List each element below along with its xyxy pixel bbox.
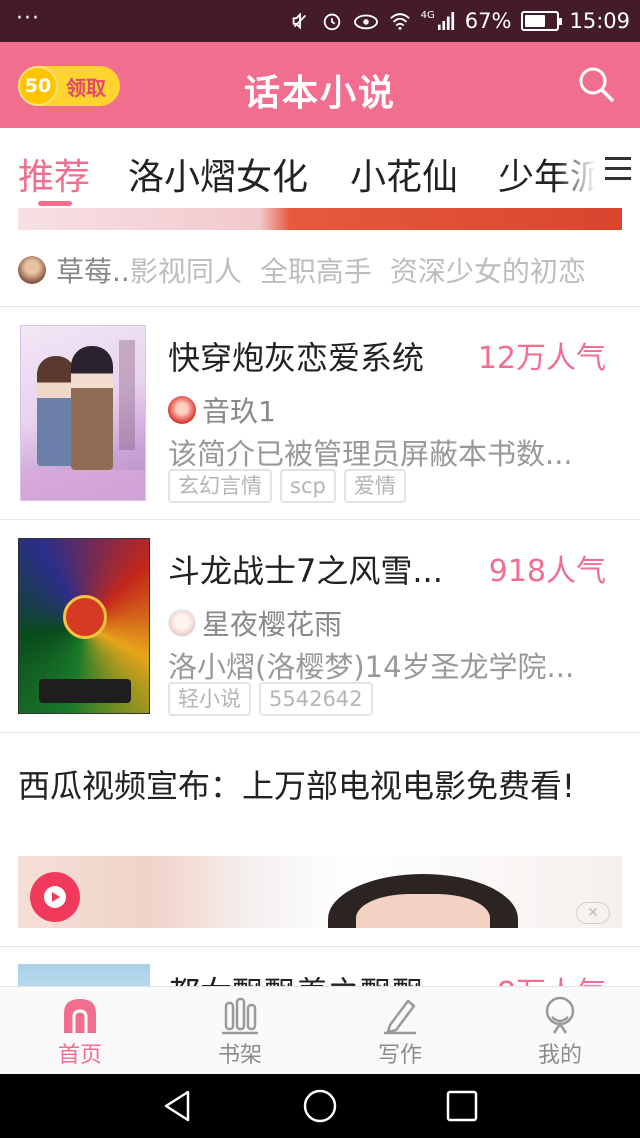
book-description: 该简介已被管理员屏蔽本书数...	[168, 437, 573, 471]
pen-icon	[384, 999, 416, 1035]
book-tag[interactable]: 玄幻言情	[168, 469, 272, 503]
tag-lead[interactable]: 草莓..	[18, 250, 130, 290]
book-description: 洛小熠(洛樱梦)14岁圣龙学院...	[168, 650, 575, 684]
ad-image[interactable]: ✕	[18, 856, 622, 928]
tab-luo-xiaoyi[interactable]: 洛小熠女化	[128, 148, 308, 200]
nav-label: 首页	[57, 1043, 102, 1068]
app-header: 50 领取 话本小说	[0, 42, 640, 128]
nav-profile[interactable]: 我的	[510, 995, 610, 1069]
book-tag[interactable]: 爱情	[343, 469, 406, 503]
divider	[0, 946, 640, 947]
book-tags: 轻小说 5542642	[168, 682, 373, 716]
nav-home[interactable]: 首页	[30, 995, 130, 1069]
book-popularity: 8万人气	[497, 968, 606, 986]
search-icon[interactable]	[576, 64, 616, 104]
back-icon[interactable]	[160, 1088, 196, 1124]
notification-overflow: ···	[16, 6, 40, 31]
nav-label: 写作	[377, 1043, 422, 1068]
book-tag[interactable]: scp	[280, 469, 336, 503]
nav-bookshelf[interactable]: 书架	[190, 995, 290, 1069]
silent-mode-icon	[292, 12, 306, 30]
recent-apps-icon[interactable]	[444, 1088, 480, 1124]
ad-close-button[interactable]: ✕	[576, 902, 610, 924]
active-tab-indicator	[38, 201, 72, 206]
video-logo-icon	[30, 872, 80, 922]
banner-image[interactable]	[18, 208, 622, 230]
book-cover	[18, 964, 150, 986]
wifi-icon	[389, 13, 410, 30]
book-cover	[18, 538, 150, 714]
tab-recommend[interactable]: 推荐	[18, 148, 90, 200]
book-card[interactable]: 快穿炮灰恋爱系统 12万人气 音玖1 该简介已被管理员屏蔽本书数... 玄幻言情…	[0, 307, 640, 519]
status-icons: 4G 67% 15:09	[289, 0, 630, 42]
book-tag[interactable]: 轻小说	[168, 682, 251, 716]
nav-label: 书架	[217, 1043, 262, 1068]
bottom-navigation: 首页 书架 写作 我的	[0, 986, 640, 1074]
tag-row: 草莓.. 影视同人 全职高手 资深少女的初恋	[18, 250, 622, 290]
book-card[interactable]: 都女飘飘养之飘飘 8万人气	[0, 950, 640, 986]
bookshelf-icon	[222, 997, 258, 1035]
network-type-label: 4G	[420, 10, 435, 21]
book-author: 音玖1	[168, 393, 276, 428]
avatar	[168, 609, 196, 637]
category-tabs: 推荐 洛小熠女化 小花仙 少年派	[0, 128, 640, 208]
clock: 15:09	[569, 9, 630, 33]
avatar	[18, 256, 46, 284]
home-icon	[64, 999, 96, 1033]
battery-percent: 67%	[464, 9, 512, 33]
divider	[0, 732, 640, 733]
alarm-icon	[323, 13, 340, 31]
profile-icon	[545, 996, 575, 1034]
signal-icon	[437, 12, 454, 30]
tag-item[interactable]: 影视同人	[130, 250, 242, 290]
book-popularity: 918人气	[488, 554, 606, 589]
eye-comfort-icon	[353, 14, 378, 30]
app-title: 话本小说	[243, 73, 396, 114]
avatar	[168, 396, 196, 424]
book-title: 快穿炮灰恋爱系统	[168, 339, 425, 377]
tag-item[interactable]: 全职高手	[260, 250, 372, 290]
ad-title[interactable]: 西瓜视频宣布：上万部电视电影免费看!	[18, 766, 618, 806]
book-title: 都女飘飘养之飘飘	[168, 968, 424, 986]
tab-menu-icon[interactable]	[596, 128, 640, 208]
book-tag[interactable]: 5542642	[259, 682, 373, 716]
book-tags: 玄幻言情 scp 爱情	[168, 469, 406, 503]
book-title: 斗龙战士7之风雪...	[168, 552, 443, 590]
system-navigation-bar	[0, 1074, 640, 1138]
book-popularity: 12万人气	[477, 341, 606, 376]
tab-xiaohuaxian[interactable]: 小花仙	[350, 148, 458, 200]
battery-icon	[521, 11, 563, 31]
status-bar: ··· 4G 67% 15:09	[0, 0, 640, 42]
tag-item[interactable]: 资深少女的初恋	[390, 250, 586, 290]
book-cover	[20, 325, 146, 501]
nav-write[interactable]: 写作	[350, 995, 450, 1069]
book-card[interactable]: 斗龙战士7之风雪... 918人气 星夜樱花雨 洛小熠(洛樱梦)14岁圣龙学院.…	[0, 520, 640, 732]
book-author: 星夜樱花雨	[168, 606, 342, 641]
home-button-icon[interactable]	[302, 1088, 338, 1124]
nav-label: 我的	[537, 1043, 582, 1068]
